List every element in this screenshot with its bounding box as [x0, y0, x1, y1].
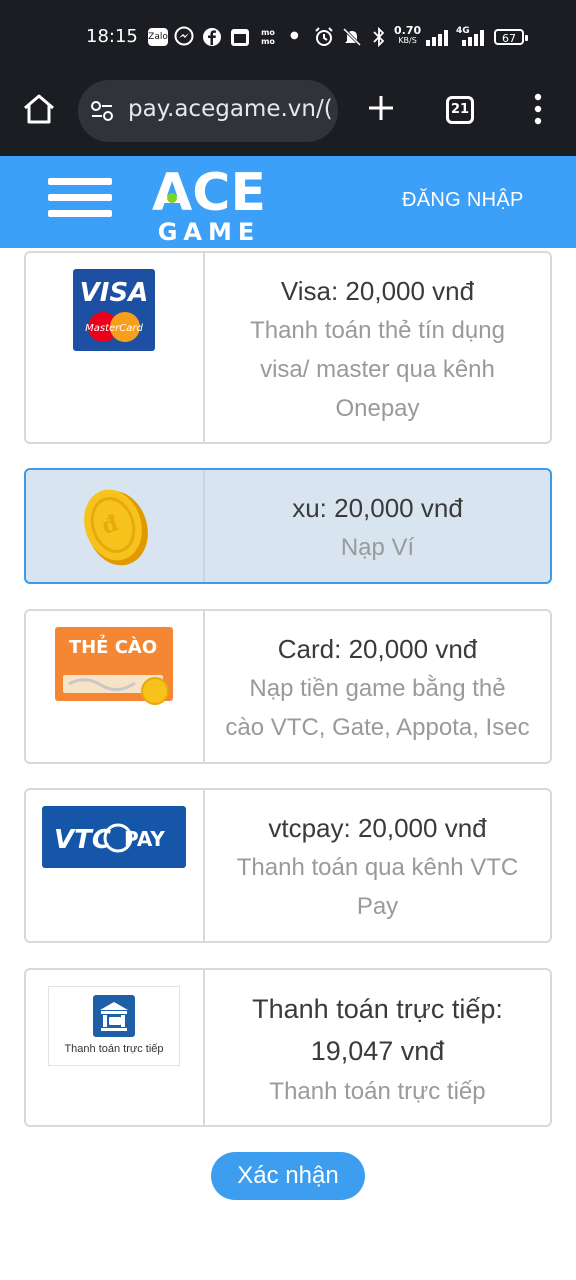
- alarm-icon: [314, 27, 334, 52]
- payment-logo-cell: Thanh toán trực tiếp: [26, 970, 205, 1125]
- calendar-app-icon: [230, 27, 250, 52]
- payment-logo-cell: THẺ CÀO: [26, 611, 205, 762]
- net-speed-value: 0.70: [394, 24, 422, 37]
- payment-info: vtcpay: 20,000 vnđ Thanh toán qua kênh V…: [205, 790, 550, 941]
- payment-desc-line: Pay: [356, 893, 399, 920]
- logo-bottom-text: GAME: [158, 218, 261, 244]
- payment-info: Visa: 20,000 vnđ Thanh toán thẻ tín dụng…: [205, 253, 550, 442]
- url-text: pay.acegame.vn/(: [128, 96, 333, 122]
- payment-option-xu[interactable]: đ xu: 20,000 vnđ Nạp Ví: [24, 468, 552, 584]
- momo-icon: mo mo: [261, 28, 275, 46]
- payment-title: Visa: 20,000 vnđ: [280, 276, 475, 306]
- payment-desc-line: Nạp tiền game bằng thẻ: [249, 675, 506, 702]
- signal-icon: [426, 30, 448, 46]
- payment-desc-line: cào VTC, Gate, Appota, Isec: [225, 714, 530, 741]
- more-options-icon[interactable]: [530, 92, 546, 126]
- new-tab-icon[interactable]: [365, 92, 397, 124]
- net-speed-unit: KB/S: [398, 36, 417, 45]
- site-settings-icon[interactable]: [90, 100, 114, 122]
- bluetooth-icon: [372, 26, 386, 52]
- direct-payment-logo-text: Thanh toán trực tiếp: [64, 1043, 164, 1055]
- payment-desc-line: Thanh toán trực tiếp: [269, 1078, 486, 1105]
- zalo-icon: Zalo: [148, 28, 168, 46]
- payment-desc-line: visa/ master qua kênh: [260, 356, 495, 383]
- payment-option-direct[interactable]: Thanh toán trực tiếp Thanh toán trực tiế…: [24, 968, 552, 1127]
- mute-icon: [342, 27, 362, 52]
- payment-option-visa[interactable]: VISA MasterCard Visa: 20,000 vnđ Thanh t…: [24, 251, 552, 444]
- coin-icon: đ: [84, 489, 148, 566]
- home-icon[interactable]: [22, 92, 56, 126]
- network-speed: 0.70 KB/S: [394, 24, 422, 46]
- battery-icon: 67: [494, 29, 528, 45]
- payment-logo-cell: đ: [26, 470, 205, 582]
- payment-logo-cell: VTC PAY: [26, 790, 205, 941]
- payment-info: Card: 20,000 vnđ Nạp tiền game bằng thẻ …: [205, 611, 550, 762]
- payment-logo-cell: VISA MasterCard: [26, 253, 205, 442]
- battery-level: 67: [502, 32, 516, 45]
- signal-icon-2: [462, 30, 484, 46]
- payment-desc-line: Thanh toán qua kênh VTC: [236, 854, 519, 881]
- scratch-card-logo: THẺ CÀO: [55, 627, 173, 705]
- hamburger-menu-icon[interactable]: [48, 178, 112, 218]
- logo-top-text: ACE: [152, 163, 266, 223]
- payment-info: xu: 20,000 vnđ Nạp Ví: [205, 470, 550, 582]
- tab-switcher-button[interactable]: 21: [446, 96, 474, 124]
- tab-count: 21: [450, 102, 470, 117]
- bank-icon: [93, 995, 135, 1037]
- pay-logo-text: PAY: [124, 827, 165, 851]
- dot-icon: ●: [290, 30, 299, 41]
- browser-toolbar: pay.acegame.vn/( 21: [0, 72, 576, 156]
- address-bar[interactable]: pay.acegame.vn/(: [78, 80, 338, 142]
- payment-desc-line: Thanh toán thẻ tín dụng: [250, 317, 505, 344]
- confirm-button[interactable]: Xác nhận: [211, 1152, 365, 1200]
- payment-amount: 19,047 vnđ: [310, 1036, 445, 1066]
- payment-title: Card: 20,000 vnđ: [277, 634, 478, 664]
- payment-option-vtcpay[interactable]: VTC PAY vtcpay: 20,000 vnđ Thanh toán qu…: [24, 788, 552, 943]
- payment-title: xu: 20,000 vnđ: [292, 493, 463, 523]
- messenger-icon: [174, 26, 194, 51]
- ace-game-logo[interactable]: ACE GAME: [134, 160, 284, 244]
- visa-mastercard-logo: VISA MasterCard: [73, 269, 155, 351]
- direct-payment-logo: Thanh toán trực tiếp: [48, 986, 180, 1066]
- visa-logo-text: VISA: [80, 278, 149, 308]
- payment-desc-line: Onepay: [335, 395, 420, 422]
- payment-info: Thanh toán trực tiếp: 19,047 vnđ Thanh t…: [205, 970, 550, 1125]
- payment-title: Thanh toán trực tiếp:: [252, 994, 503, 1024]
- vtcpay-logo: VTC PAY: [42, 806, 186, 868]
- site-header: ACE GAME ĐĂNG NHẬP: [0, 156, 576, 248]
- payment-option-card[interactable]: THẺ CÀO Card: 20,000 vnđ Nạp tiền game b…: [24, 609, 552, 764]
- scratch-card-logo-text: THẺ CÀO: [69, 635, 157, 658]
- login-link[interactable]: ĐĂNG NHẬP: [402, 189, 524, 212]
- payment-desc-line: Nạp Ví: [340, 534, 415, 561]
- status-bar: 18:15 Zalo mo mo ● 0.70 KB/S 4G 67: [0, 0, 576, 72]
- facebook-icon: [202, 27, 222, 52]
- payment-title: vtcpay: 20,000 vnđ: [268, 813, 487, 843]
- vtc-logo-text: VTC: [54, 825, 111, 855]
- mastercard-logo-text: MasterCard: [85, 323, 143, 334]
- status-time: 18:15: [86, 26, 138, 47]
